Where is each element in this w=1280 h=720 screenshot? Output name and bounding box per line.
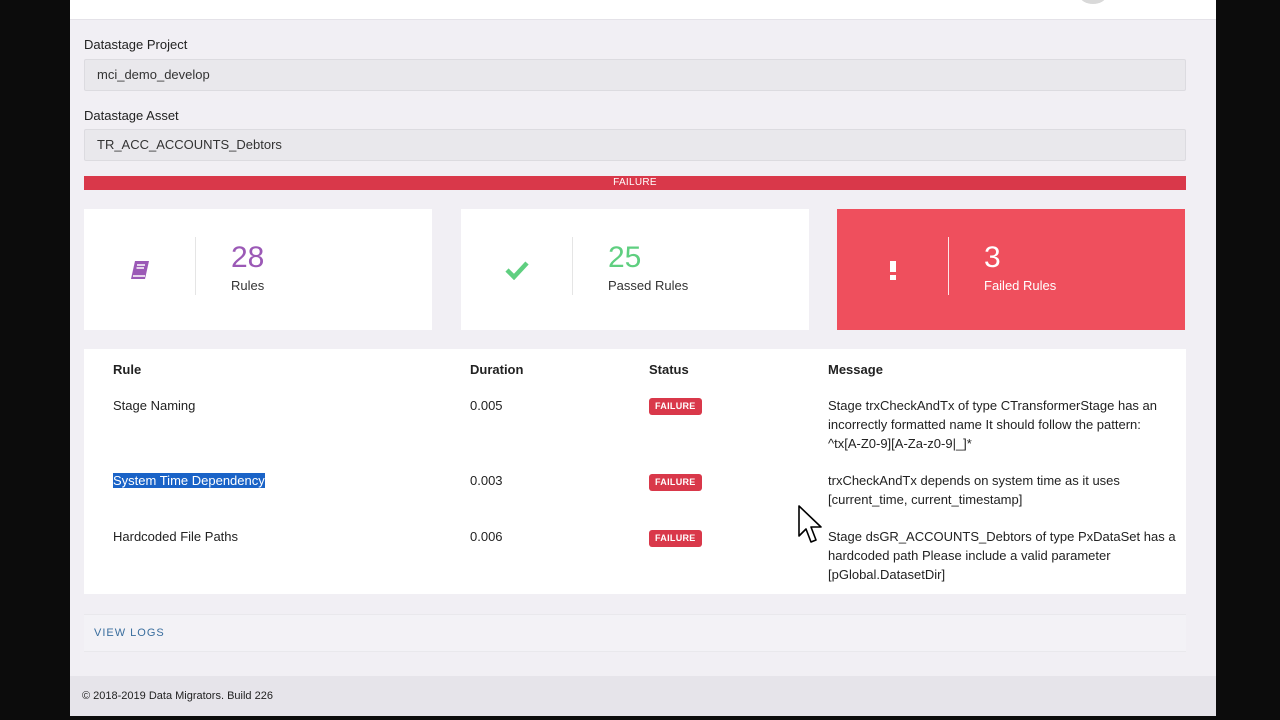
project-field[interactable]: mci_demo_develop [84,59,1186,91]
asset-field[interactable]: TR_ACC_ACCOUNTS_Debtors [84,129,1186,161]
app-window: Datastage Project mci_demo_develop Datas… [70,0,1216,716]
message-line: trxCheckAndTx depends on system time as … [828,473,1120,488]
selected-text: System Time Dependency [113,473,265,488]
message-line: hardcoded path Please include a valid pa… [828,548,1111,563]
rule-name: Stage Naming [113,398,196,413]
rule-duration: 0.003 [470,473,503,488]
rule-duration: 0.006 [470,529,503,544]
top-bar [70,0,1216,20]
passed-rules-count: 25 [608,241,642,274]
header-rule: Rule [113,362,142,377]
card-divider [948,237,949,295]
failed-rules-card: 3 Failed Rules [837,209,1185,330]
book-icon [84,209,195,330]
footer-text: © 2018-2019 Data Migrators. Build 226 [82,690,273,702]
project-label: Datastage Project [84,37,188,52]
asset-label: Datastage Asset [84,108,179,123]
message-line: incorrectly formatted name It should fol… [828,417,1141,432]
exclamation-icon [837,209,948,330]
message-line: [current_time, current_timestamp] [828,492,1023,507]
message-line: Stage trxCheckAndTx of type CTransformer… [828,398,1158,413]
status-badge: FAILURE [649,474,702,491]
header-duration: Duration [470,362,524,377]
rule-name: System Time Dependency [113,471,265,490]
rule-message: trxCheckAndTx depends on system time as … [828,471,1120,509]
rule-message: Stage trxCheckAndTx of type CTransformer… [828,396,1157,453]
results-table: Rule Duration Status Message Stage Namin… [84,349,1186,594]
logs-bar: VIEW LOGS [84,614,1186,652]
rule-duration: 0.005 [470,398,503,413]
header-status: Status [649,362,689,377]
header-message: Message [828,362,883,377]
rules-caption: Rules [231,278,265,293]
rules-count: 28 [231,241,265,274]
mouse-cursor-icon [797,505,823,550]
passed-rules-card: 25 Passed Rules [461,209,809,330]
check-icon [461,209,572,330]
status-badge: FAILURE [649,398,702,415]
avatar[interactable] [1080,0,1106,4]
rule-name: Hardcoded File Paths [113,529,239,544]
rule-message: Stage dsGR_ACCOUNTS_Debtors of type PxDa… [828,527,1176,584]
passed-rules-caption: Passed Rules [608,278,689,293]
message-line: ^tx[A-Z0-9][A-Za-z0-9|_]* [828,436,972,451]
status-bar: FAILURE [84,176,1186,190]
message-line: Stage dsGR_ACCOUNTS_Debtors of type PxDa… [828,529,1176,544]
card-divider [195,237,196,295]
card-divider [572,237,573,295]
view-logs-link[interactable]: VIEW LOGS [94,627,165,639]
footer: © 2018-2019 Data Migrators. Build 226 [70,676,1216,716]
failed-rules-caption: Failed Rules [984,278,1057,293]
rules-card: 28 Rules [84,209,432,330]
message-line: [pGlobal.DatasetDir] [828,567,946,582]
status-badge: FAILURE [649,530,702,547]
failed-rules-count: 3 [984,241,1001,274]
